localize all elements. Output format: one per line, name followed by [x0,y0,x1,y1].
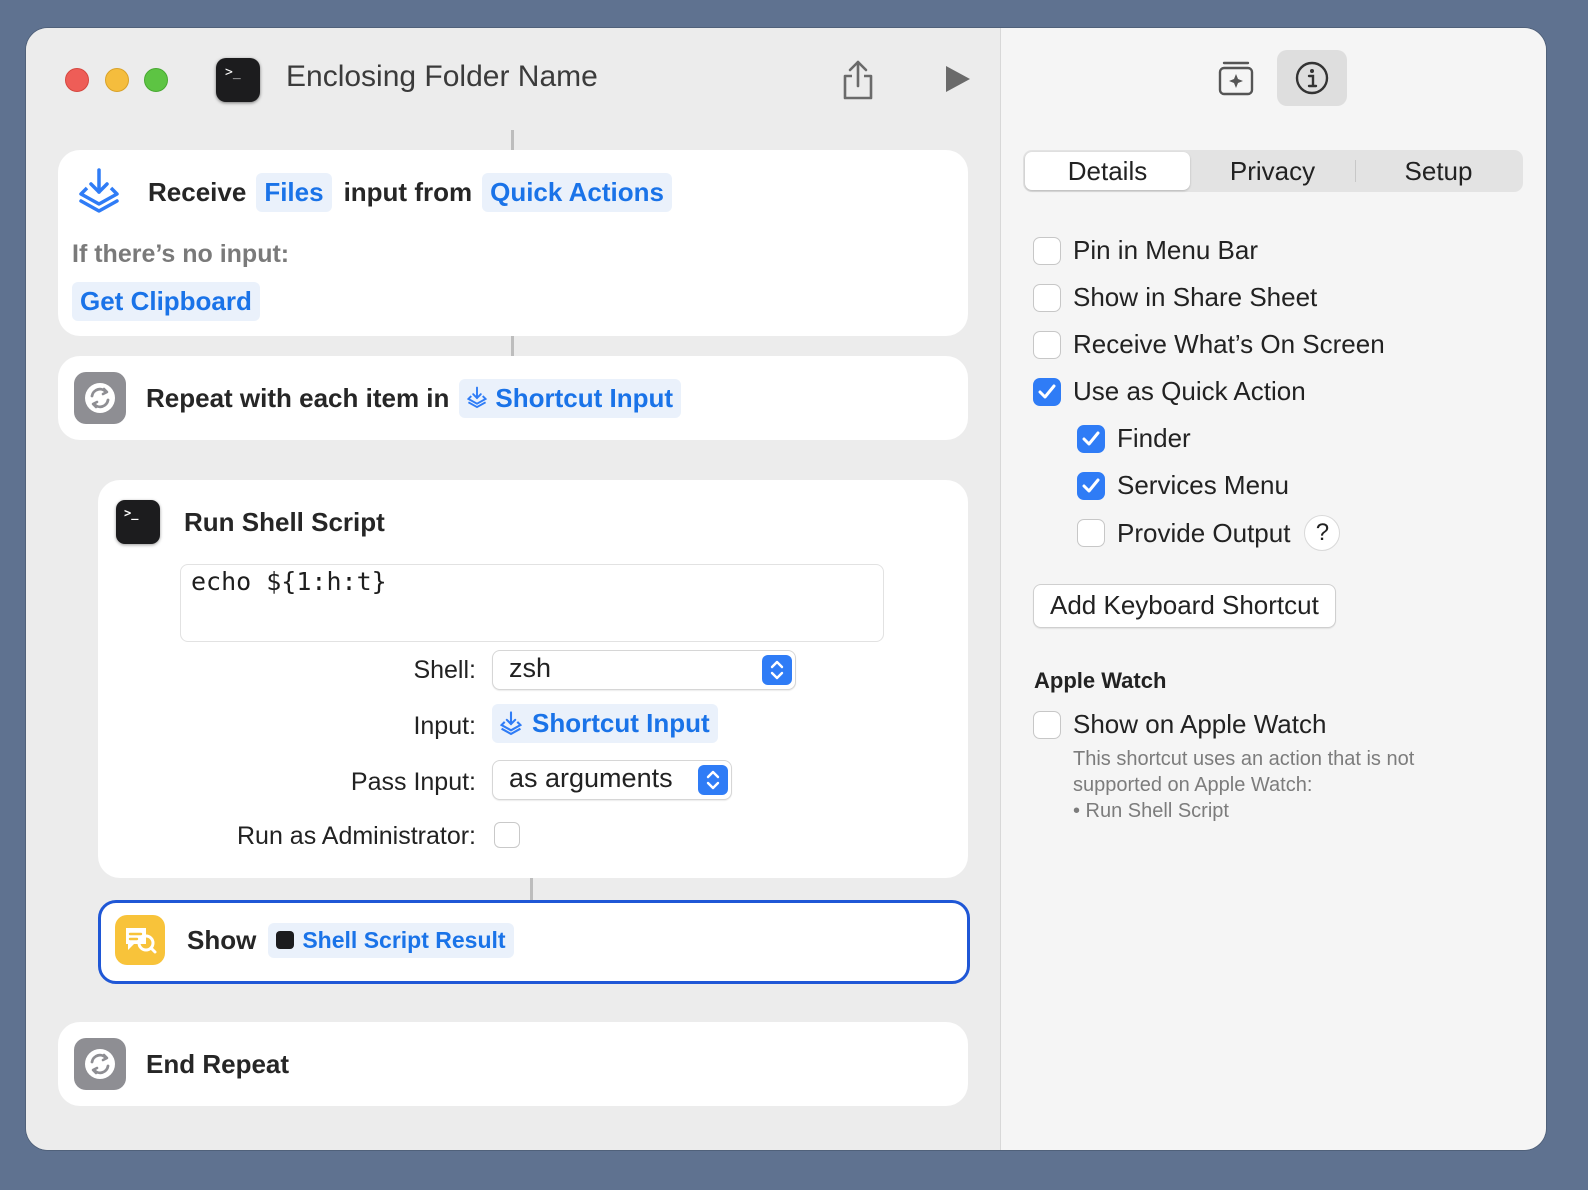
services-menu-option[interactable]: Services Menu [1077,470,1289,501]
shell-script-result-token[interactable]: Shell Script Result [268,922,514,958]
provide-output-checkbox[interactable] [1077,519,1105,547]
services-menu-label: Services Menu [1117,470,1289,500]
apple-watch-label: Show on Apple Watch [1073,709,1327,739]
show-result-icon [115,915,165,965]
provide-output-option[interactable]: Provide Output ? [1077,515,1341,551]
details-pane: Details Privacy Setup Pin in Menu Bar Sh… [1000,28,1546,1150]
run-shell-script-title: Run Shell Script [184,506,385,537]
show-action-card[interactable]: Show Shell Script Result [98,900,970,984]
tab-setup[interactable]: Setup [1356,152,1521,190]
help-button[interactable]: ? [1304,515,1341,551]
services-menu-checkbox[interactable] [1077,471,1105,500]
quick-action-checkbox[interactable] [1033,377,1061,406]
pass-input-label: Pass Input: [350,768,476,796]
apple-watch-note: This shortcut uses an action that is not… [1073,746,1473,824]
pass-input-value: as arguments [509,763,673,793]
pin-menu-bar-checkbox[interactable] [1033,236,1061,265]
apple-watch-option[interactable]: Show on Apple Watch [1033,709,1326,740]
tab-privacy[interactable]: Privacy [1190,152,1355,190]
quick-action-option[interactable]: Use as Quick Action [1033,376,1306,407]
files-token[interactable]: Files [256,172,332,212]
end-repeat-card[interactable]: End Repeat [58,1022,968,1106]
run-as-admin-label: Run as Administrator: [237,822,476,850]
share-icon[interactable] [838,58,878,102]
input-from-label: input from [343,176,473,207]
receive-screen-checkbox[interactable] [1033,330,1061,359]
finder-checkbox[interactable] [1077,424,1105,453]
add-keyboard-shortcut-button[interactable]: Add Keyboard Shortcut [1033,584,1336,628]
receive-label: Receive [148,176,247,207]
receive-action-card[interactable]: Receive Files input from Quick Actions I… [58,150,968,336]
checkmark-icon [1082,478,1100,492]
shell-input-label: Shortcut Input [532,708,710,738]
receive-icon [78,168,120,216]
terminal-icon [276,931,295,949]
pass-input-popup[interactable]: as arguments [492,760,732,800]
add-to-dock-icon[interactable] [1201,50,1271,106]
shortcuts-window: >_ Enclosing Folder Name Receive Files i… [26,28,1546,1150]
info-icon[interactable] [1277,50,1347,106]
finder-label: Finder [1117,423,1191,453]
connector-line [530,878,533,900]
shell-script-result-label: Shell Script Result [302,926,506,953]
repeat-icon [74,372,126,424]
note-line: • Run Shell Script [1073,800,1229,822]
receive-screen-label: Receive What’s On Screen [1073,329,1385,359]
share-sheet-checkbox[interactable] [1033,283,1061,312]
checkmark-icon [1038,384,1056,398]
editor-pane: >_ Enclosing Folder Name Receive Files i… [26,28,1000,1150]
quick-action-label: Use as Quick Action [1073,376,1306,406]
terminal-icon[interactable]: >_ [216,58,260,102]
pin-menu-bar-label: Pin in Menu Bar [1073,235,1258,265]
end-repeat-label: End Repeat [146,1048,290,1079]
apple-watch-checkbox[interactable] [1033,710,1061,739]
details-tab-control: Details Privacy Setup [1023,150,1523,192]
get-clipboard-token[interactable]: Get Clipboard [72,282,260,321]
close-window-button[interactable] [65,68,89,92]
note-line: This shortcut uses an action that is not [1073,748,1415,770]
shell-value: zsh [509,653,552,683]
input-label: Input: [413,712,476,740]
no-input-label: If there’s no input: [72,240,290,268]
chevron-up-down-icon [762,655,792,685]
pin-menu-bar-option[interactable]: Pin in Menu Bar [1033,235,1258,266]
chevron-up-down-icon [698,765,728,795]
show-label: Show [187,924,257,955]
terminal-icon: >_ [116,500,160,544]
shell-popup[interactable]: zsh [492,650,796,690]
run-shell-script-card[interactable]: >_ Run Shell Script echo ${1:h:t} Shell:… [98,480,968,878]
run-as-admin-checkbox[interactable] [494,822,520,848]
receive-screen-option[interactable]: Receive What’s On Screen [1033,329,1385,360]
shell-label: Shell: [413,656,476,684]
quick-actions-token[interactable]: Quick Actions [482,172,672,212]
repeat-icon [74,1038,126,1090]
note-line: supported on Apple Watch: [1073,774,1313,796]
connector-line [511,130,514,150]
shortcut-input-token[interactable]: Shortcut Input [459,378,682,418]
shortcut-title[interactable]: Enclosing Folder Name [286,60,598,94]
tab-details[interactable]: Details [1025,152,1190,190]
apple-watch-heading: Apple Watch [1034,668,1167,693]
shortcut-input-icon [500,710,522,735]
zoom-window-button[interactable] [144,68,168,92]
play-icon[interactable] [942,64,972,94]
shortcut-input-icon [467,386,488,409]
share-sheet-label: Show in Share Sheet [1073,282,1318,312]
checkmark-icon [1082,431,1100,445]
share-sheet-option[interactable]: Show in Share Sheet [1033,282,1317,313]
finder-option[interactable]: Finder [1077,423,1191,454]
shell-input-token[interactable]: Shortcut Input [492,704,718,743]
repeat-action-card[interactable]: Repeat with each item in Shortcut Input [58,356,968,440]
script-editor[interactable]: echo ${1:h:t} [180,564,884,642]
provide-output-label: Provide Output [1117,517,1291,548]
shortcut-input-label: Shortcut Input [495,382,674,413]
connector-line [511,336,514,356]
repeat-label: Repeat with each item in [146,382,450,413]
minimize-window-button[interactable] [105,68,129,92]
